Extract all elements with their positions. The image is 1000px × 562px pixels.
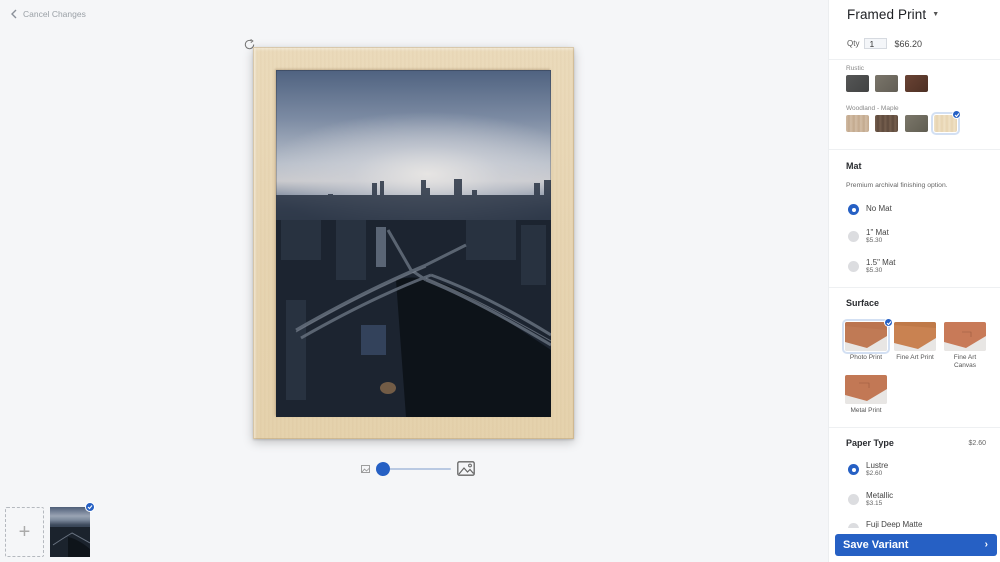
paper-option-label: Fuji Deep Matte <box>866 520 923 528</box>
mat-option-1-5-inch[interactable]: 1.5" Mat $5.30 <box>848 258 896 275</box>
paper-option-price: $2.60 <box>866 470 883 477</box>
paper-option-label: Metallic <box>866 491 894 500</box>
zoom-slider-thumb[interactable] <box>376 462 390 476</box>
thumbnail-image <box>50 527 90 557</box>
divider <box>829 427 1000 428</box>
paper-type-section-title: Paper Type <box>846 438 894 448</box>
surface-option-label: Fine Art Canvas <box>953 354 977 369</box>
paper-option-metallic[interactable]: Metallic $3.15 <box>848 491 893 508</box>
image-large-icon <box>457 461 475 476</box>
qty-label: Qty <box>847 39 860 48</box>
surface-option-photo-print[interactable]: Photo Print <box>842 319 890 362</box>
image-zoom-control <box>361 460 476 478</box>
swatch-rustic-charcoal[interactable] <box>846 75 869 92</box>
surface-option-label: Fine Art Print <box>896 354 934 361</box>
add-image-button[interactable]: + <box>5 507 44 557</box>
swatch-rustic-brown[interactable] <box>905 75 928 92</box>
frame-group-label-rustic: Rustic <box>846 65 865 72</box>
surface-selected-check-icon <box>884 318 893 327</box>
swatch-woodland-walnut[interactable] <box>875 115 898 132</box>
surface-option-label: Photo Print <box>849 354 883 361</box>
product-title: Framed Print <box>847 7 927 22</box>
chevron-left-icon <box>11 9 17 19</box>
paper-type-price: $2.60 <box>968 440 986 447</box>
product-type-dropdown[interactable]: Framed Print ▼ <box>847 7 939 22</box>
surface-fine-art-canvas-image <box>944 322 986 351</box>
mat-option-price: $5.30 <box>866 237 883 244</box>
paper-option-lustre[interactable]: Lustre $2.60 <box>848 461 888 478</box>
surface-option-label: Metal Print <box>850 407 882 414</box>
surface-option-metal-print[interactable]: Metal Print <box>844 375 888 415</box>
save-bar: Save Variant › <box>829 528 1000 562</box>
image-thumbnail[interactable] <box>50 507 90 557</box>
total-price: $66.20 <box>894 38 922 49</box>
plus-icon: + <box>18 520 31 543</box>
divider <box>829 149 1000 150</box>
chevron-right-icon: › <box>984 539 988 550</box>
mat-description: Premium archival finishing option. <box>846 182 948 189</box>
radio-unselected[interactable] <box>848 231 859 242</box>
surface-option-fine-art-print[interactable]: Fine Art Print <box>893 322 937 362</box>
artwork-photo <box>276 70 551 417</box>
mat-option-1-inch[interactable]: 1" Mat $5.30 <box>848 228 889 245</box>
swatch-woodland-natural[interactable] <box>846 115 869 132</box>
options-scroll-area[interactable]: Framed Print ▼ Qty $66.20 Rustic Woodlan… <box>829 0 1000 528</box>
paper-option-price: $3.15 <box>866 500 883 507</box>
swatch-rustic-gray[interactable] <box>875 75 898 92</box>
mat-option-no-mat[interactable]: No Mat <box>848 203 892 215</box>
surface-metal-print-image <box>845 375 887 404</box>
swatch-woodland-driftwood[interactable] <box>905 115 928 132</box>
surface-photo-print-image <box>842 319 890 354</box>
paper-option-fuji-deep-matte[interactable]: Fuji Deep Matte <box>848 520 922 528</box>
radio-unselected[interactable] <box>848 261 859 272</box>
cancel-changes-label: Cancel Changes <box>23 9 86 19</box>
cityscape-image <box>276 179 551 417</box>
mat-option-price: $5.30 <box>866 267 883 274</box>
caret-down-icon: ▼ <box>932 11 940 18</box>
save-variant-label: Save Variant <box>843 539 909 551</box>
thumbnail-selected-check-icon <box>85 502 95 512</box>
mat-option-label: No Mat <box>866 204 892 213</box>
radio-selected[interactable] <box>848 204 859 215</box>
preview-workspace: Cancel Changes + <box>0 0 828 562</box>
paper-option-label: Lustre <box>866 461 889 470</box>
quantity-input[interactable] <box>864 38 888 49</box>
quantity-row: Qty $66.20 <box>847 38 922 49</box>
divider <box>829 59 1000 60</box>
surface-fine-art-print-image <box>894 322 936 351</box>
radio-unselected[interactable] <box>848 494 859 505</box>
divider <box>829 287 1000 288</box>
save-variant-button[interactable]: Save Variant › <box>835 534 997 556</box>
cancel-changes-link[interactable]: Cancel Changes <box>10 9 86 19</box>
options-panel: Framed Print ▼ Qty $66.20 Rustic Woodlan… <box>828 0 1000 562</box>
mat-option-label: 1.5" Mat <box>866 258 896 267</box>
surface-option-fine-art-canvas[interactable]: Fine Art Canvas <box>943 322 987 370</box>
swatch-selected-check-icon <box>952 110 961 119</box>
zoom-slider-track[interactable] <box>383 468 451 470</box>
mat-section-title: Mat <box>846 161 862 171</box>
mat-option-label: 1" Mat <box>866 228 889 237</box>
framed-print-preview <box>253 47 574 439</box>
radio-selected[interactable] <box>848 464 859 475</box>
surface-section-title: Surface <box>846 298 880 308</box>
image-small-icon <box>361 465 370 473</box>
frame-group-label-woodland: Woodland - Maple <box>846 105 899 112</box>
